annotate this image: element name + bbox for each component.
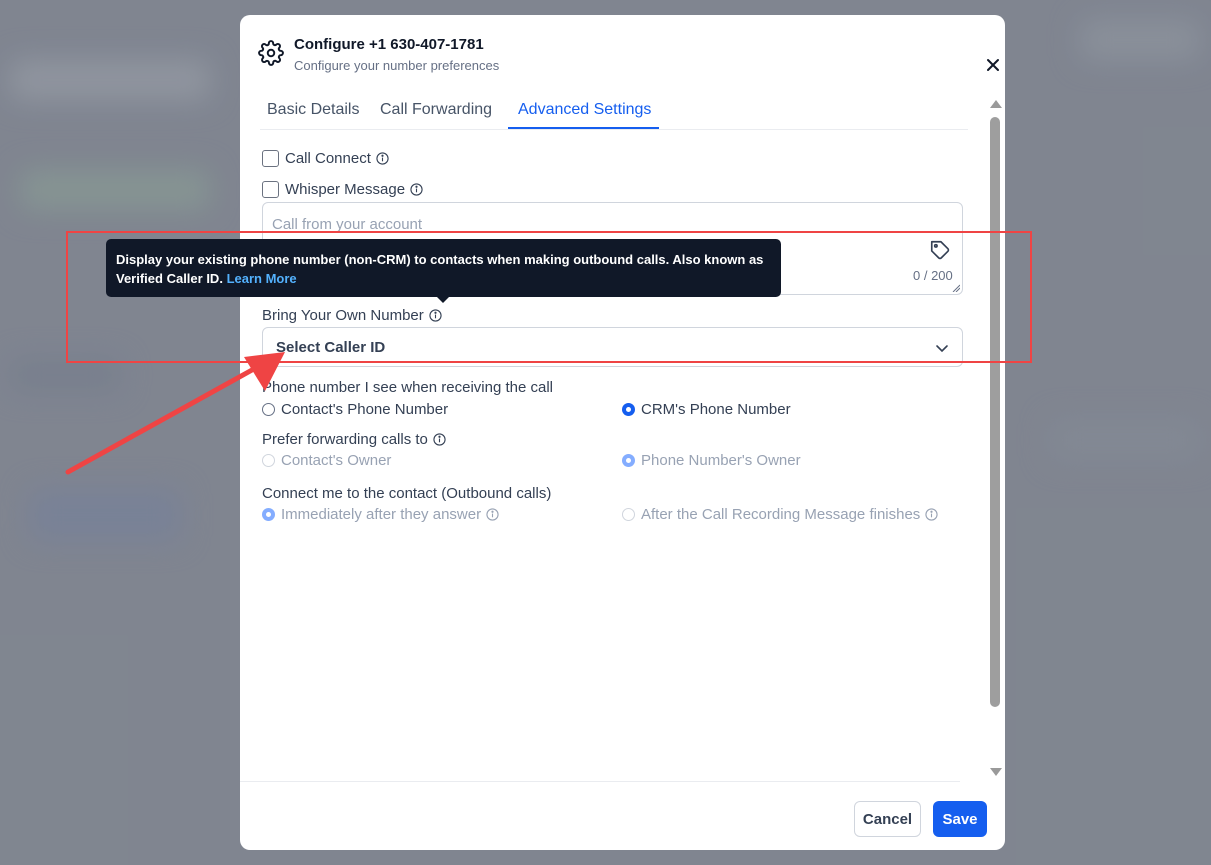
radio-after-recording-message[interactable]: After the Call Recording Message finishe… bbox=[622, 506, 938, 523]
radio-label: Phone Number's Owner bbox=[641, 452, 801, 469]
radio-button[interactable] bbox=[262, 403, 275, 416]
radio-label: After the Call Recording Message finishe… bbox=[641, 506, 921, 523]
call-connect-row: Call Connect bbox=[262, 150, 389, 167]
call-connect-checkbox[interactable] bbox=[262, 150, 279, 167]
save-button[interactable]: Save bbox=[933, 801, 987, 837]
radio-button[interactable] bbox=[622, 454, 635, 467]
connect-me-label: Connect me to the contact (Outbound call… bbox=[262, 485, 552, 502]
whisper-message-row: Whisper Message bbox=[262, 181, 423, 198]
scroll-thumb[interactable] bbox=[990, 117, 1000, 707]
radio-button[interactable] bbox=[262, 454, 275, 467]
radio-contacts-owner[interactable]: Contact's Owner bbox=[262, 452, 391, 469]
call-connect-label: Call Connect bbox=[285, 150, 371, 167]
configure-number-modal: Configure +1 630-407-1781 Configure your… bbox=[240, 15, 1005, 850]
close-icon[interactable] bbox=[983, 55, 1003, 75]
radio-label: CRM's Phone Number bbox=[641, 401, 791, 418]
tab-advanced-settings[interactable]: Advanced Settings bbox=[518, 101, 651, 119]
active-tab-indicator bbox=[508, 127, 659, 129]
gear-icon bbox=[258, 40, 284, 66]
scrollbar[interactable] bbox=[988, 97, 1002, 780]
whisper-message-label: Whisper Message bbox=[285, 181, 406, 198]
phone-seen-label: Phone number I see when receiving the ca… bbox=[262, 379, 554, 396]
footer-divider bbox=[240, 781, 960, 782]
whisper-message-checkbox[interactable] bbox=[262, 181, 279, 198]
tab-call-forwarding[interactable]: Call Forwarding bbox=[380, 101, 492, 119]
radio-crms-phone-number[interactable]: CRM's Phone Number bbox=[622, 401, 791, 418]
radio-button[interactable] bbox=[622, 508, 635, 521]
radio-button[interactable] bbox=[622, 403, 635, 416]
prefer-forwarding-label-row: Prefer forwarding calls to bbox=[262, 431, 446, 448]
annotation-highlight-box bbox=[66, 231, 1032, 363]
tab-basic-details[interactable]: Basic Details bbox=[267, 101, 359, 119]
tab-bar: Basic Details Call Forwarding Advanced S… bbox=[260, 93, 968, 130]
modal-header: Configure +1 630-407-1781 Configure your… bbox=[258, 35, 999, 79]
modal-subtitle: Configure your number preferences bbox=[294, 58, 500, 73]
scroll-down-arrow-icon[interactable] bbox=[990, 768, 1002, 776]
radio-label: Contact's Owner bbox=[281, 452, 392, 469]
radio-button[interactable] bbox=[262, 508, 275, 521]
scroll-up-arrow-icon[interactable] bbox=[990, 100, 1002, 108]
radio-label: Immediately after they answer bbox=[281, 506, 482, 523]
radio-phone-numbers-owner[interactable]: Phone Number's Owner bbox=[622, 452, 801, 469]
info-icon[interactable] bbox=[376, 152, 389, 165]
info-icon[interactable] bbox=[410, 183, 423, 196]
radio-contacts-phone-number[interactable]: Contact's Phone Number bbox=[262, 401, 448, 418]
prefer-forwarding-label: Prefer forwarding calls to bbox=[262, 431, 428, 448]
radio-label: Contact's Phone Number bbox=[281, 401, 449, 418]
info-icon[interactable] bbox=[925, 508, 938, 521]
info-icon[interactable] bbox=[433, 433, 446, 446]
cancel-button[interactable]: Cancel bbox=[854, 801, 921, 837]
modal-title: Configure +1 630-407-1781 bbox=[294, 36, 484, 53]
radio-immediately-after-answer[interactable]: Immediately after they answer bbox=[262, 506, 499, 523]
info-icon[interactable] bbox=[486, 508, 499, 521]
